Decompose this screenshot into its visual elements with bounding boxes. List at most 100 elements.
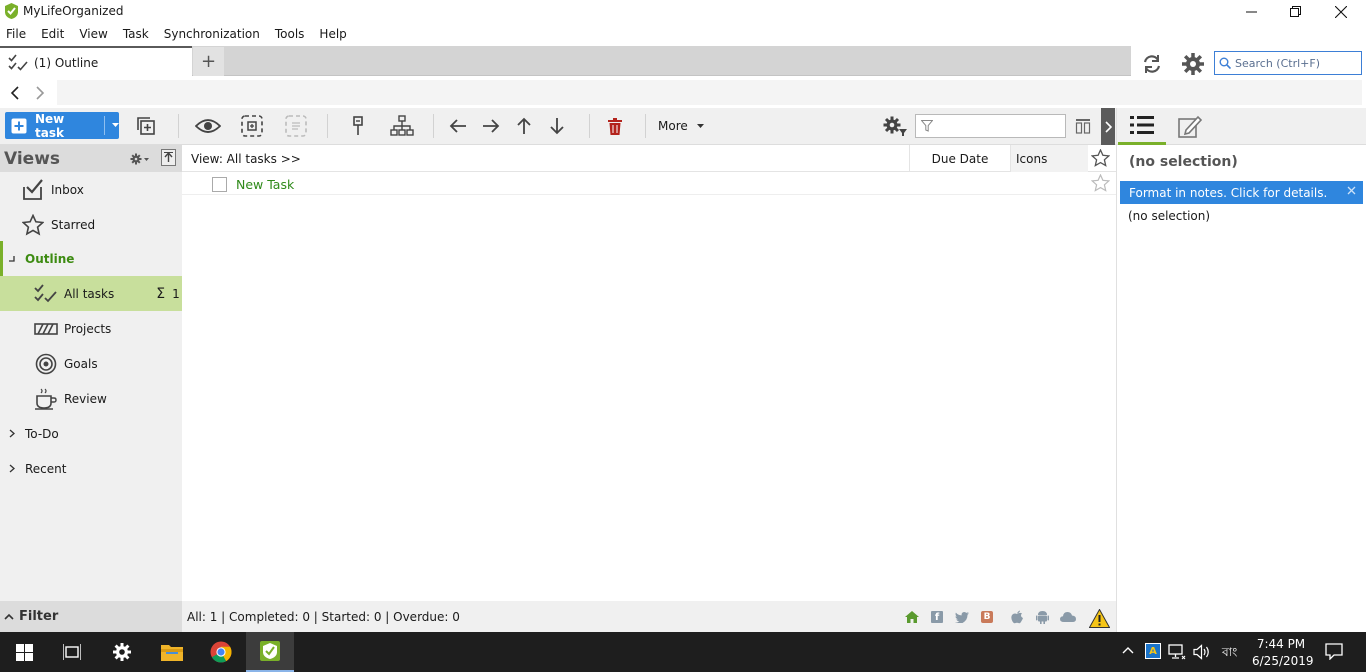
view-todo[interactable]: To-Do	[0, 416, 182, 451]
view-recent[interactable]: Recent	[0, 451, 182, 486]
focus-button[interactable]	[238, 113, 266, 139]
view-button[interactable]	[193, 113, 223, 139]
cloud-icon[interactable]	[1060, 612, 1076, 622]
start-button[interactable]	[0, 632, 48, 672]
filter-input[interactable]	[915, 114, 1066, 138]
chevron-up-icon	[4, 613, 14, 620]
restore-button[interactable]	[1272, 0, 1318, 23]
move-up-button[interactable]	[510, 113, 538, 139]
collapse-panel-button[interactable]	[1101, 108, 1115, 145]
column-icons[interactable]: Icons	[1010, 145, 1088, 172]
menu-view[interactable]: View	[79, 27, 114, 41]
view-starred[interactable]: Starred	[0, 207, 182, 242]
task-title[interactable]: New Task	[236, 177, 294, 192]
network-icon[interactable]	[1168, 644, 1186, 660]
tab-outline[interactable]: (1) Outline	[0, 46, 192, 77]
add-subtask-button[interactable]	[132, 113, 160, 139]
show-hidden-icons-button[interactable]	[1122, 646, 1134, 654]
apple-icon[interactable]	[1011, 610, 1023, 624]
arrow-up-icon	[517, 117, 531, 134]
minimize-button[interactable]	[1228, 0, 1274, 23]
tab-notes[interactable]	[1166, 108, 1214, 145]
blog-icon[interactable]: B	[981, 611, 993, 623]
checklist-icon	[8, 53, 28, 72]
table-row[interactable]	[182, 172, 1116, 195]
dropdown-arrow-icon[interactable]	[112, 123, 119, 128]
task-view-button[interactable]	[48, 632, 96, 672]
back-button[interactable]	[9, 86, 21, 100]
close-button[interactable]	[1318, 0, 1364, 23]
view-goals[interactable]: Goals	[0, 346, 182, 381]
move-down-button[interactable]	[543, 113, 571, 139]
menu-synchronization[interactable]: Synchronization	[164, 27, 267, 41]
column-star-header[interactable]	[1091, 149, 1110, 167]
input-method-icon[interactable]: A	[1145, 643, 1161, 659]
columns-button[interactable]	[1075, 118, 1091, 134]
outdent-button[interactable]	[444, 113, 472, 139]
menu-help[interactable]: Help	[319, 27, 353, 41]
unfocus-icon	[285, 115, 307, 137]
menu-task[interactable]: Task	[123, 27, 156, 41]
view-review[interactable]: Review	[0, 381, 182, 416]
filter-settings-button[interactable]	[882, 115, 908, 137]
add-tab-button[interactable]: +	[193, 47, 224, 76]
checklist-icon	[34, 282, 58, 306]
column-due-date[interactable]: Due Date	[909, 145, 1010, 172]
file-explorer-button[interactable]	[148, 632, 196, 672]
clock-date: 6/25/2019	[1252, 654, 1314, 668]
search-input[interactable]: Search (Ctrl+F)	[1214, 51, 1362, 75]
twitter-icon[interactable]	[955, 612, 969, 623]
pin-pane-button[interactable]	[161, 149, 176, 166]
android-icon[interactable]	[1036, 610, 1049, 624]
chrome-button[interactable]	[197, 632, 245, 672]
menu-file[interactable]: File	[6, 27, 33, 41]
breadcrumb-bar[interactable]	[57, 80, 1362, 105]
volume-icon[interactable]	[1193, 644, 1211, 660]
close-icon	[1347, 186, 1356, 195]
close-banner-button[interactable]	[1347, 186, 1356, 195]
settings-button[interactable]	[1181, 52, 1205, 76]
view-all-tasks-label: All tasks	[64, 286, 115, 301]
forward-button[interactable]	[34, 86, 46, 100]
view-outline[interactable]: Outline	[0, 241, 182, 276]
home-icon[interactable]	[905, 611, 919, 623]
menu-tools[interactable]: Tools	[275, 27, 312, 41]
views-title: Views	[4, 148, 61, 169]
view-breadcrumb[interactable]: View: All tasks >>	[191, 152, 301, 166]
more-button[interactable]: More	[658, 113, 704, 139]
warning-icon[interactable]	[1089, 609, 1110, 628]
tab-properties[interactable]	[1118, 108, 1166, 145]
pin-icon	[353, 116, 363, 135]
search-placeholder: Search (Ctrl+F)	[1235, 56, 1320, 70]
pin-button[interactable]	[344, 113, 372, 139]
view-projects[interactable]: Projects	[0, 311, 182, 346]
taskbar-settings-button[interactable]	[98, 632, 146, 672]
language-indicator[interactable]: বাং	[1222, 644, 1237, 664]
add-subtask-icon	[137, 117, 155, 135]
delete-button[interactable]	[601, 113, 629, 139]
task-star[interactable]	[1091, 174, 1110, 192]
sync-icon	[1143, 55, 1161, 73]
mylifeorganized-taskbar-button[interactable]	[246, 632, 294, 672]
edit-notes-icon	[1178, 115, 1202, 138]
task-checkbox[interactable]	[212, 177, 227, 192]
arrow-up-icon	[164, 152, 173, 162]
hierarchy-button[interactable]	[388, 113, 416, 139]
views-settings-button[interactable]	[130, 152, 150, 166]
sync-button[interactable]	[1141, 53, 1163, 75]
filter-bar[interactable]: Filter	[0, 601, 182, 632]
facebook-icon[interactable]: f	[931, 611, 943, 623]
menu-edit[interactable]: Edit	[41, 27, 71, 41]
view-starred-label: Starred	[51, 217, 96, 232]
app-logo-icon	[4, 3, 19, 19]
projects-icon	[34, 317, 58, 341]
notifications-button[interactable]	[1325, 643, 1343, 660]
info-banner[interactable]: Format in notes. Click for details.	[1120, 181, 1363, 204]
view-inbox[interactable]: Inbox	[0, 172, 182, 207]
trash-icon	[608, 117, 622, 135]
indent-button[interactable]	[477, 113, 505, 139]
clock[interactable]: 7:44 PM 6/25/2019	[1252, 636, 1314, 670]
view-all-tasks[interactable]: All tasks Σ 1	[0, 276, 182, 311]
task-grid	[182, 145, 1116, 601]
new-task-button[interactable]: New task	[5, 112, 119, 140]
